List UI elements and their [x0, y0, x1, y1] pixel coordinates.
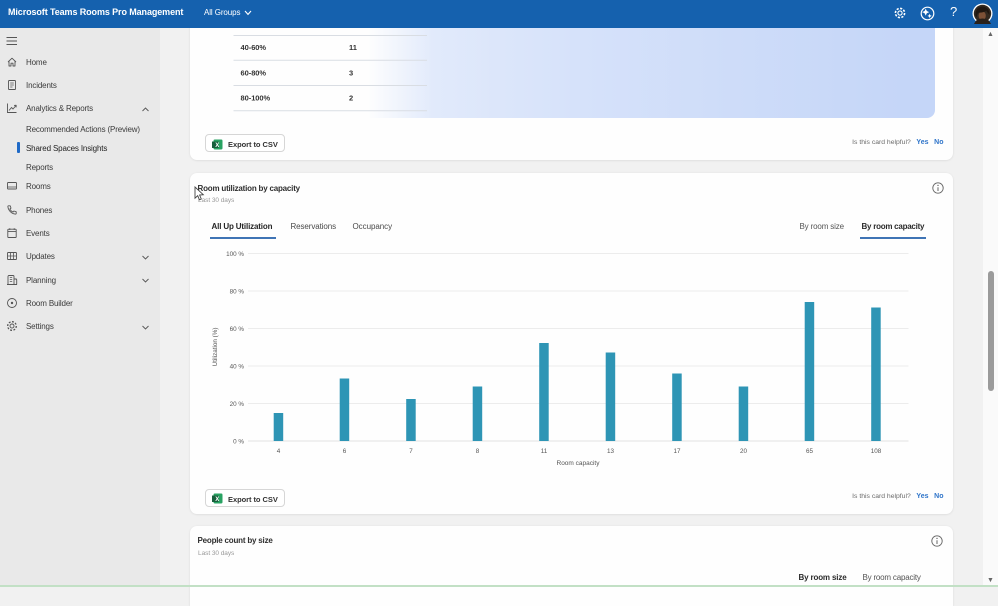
svg-text:11: 11: [349, 43, 357, 52]
svg-text:7: 7: [409, 448, 413, 455]
svg-text:108: 108: [870, 448, 881, 455]
svg-text:20: 20: [739, 448, 747, 455]
svg-text:17: 17: [673, 448, 681, 455]
svg-text:65: 65: [805, 448, 813, 455]
svg-text:3: 3: [349, 68, 353, 77]
svg-text:20 %: 20 %: [229, 400, 244, 407]
svg-text:80 %: 80 %: [229, 288, 244, 295]
svg-text:X: X: [215, 142, 219, 148]
svg-text:11: 11: [540, 448, 547, 455]
svg-text:100 %: 100 %: [226, 250, 244, 257]
svg-text:6: 6: [342, 448, 346, 455]
svg-text:40-60%: 40-60%: [240, 43, 266, 52]
svg-text:4: 4: [276, 448, 280, 455]
svg-text:X: X: [215, 497, 219, 503]
svg-text:60 %: 60 %: [229, 325, 244, 332]
svg-text:Utilization (%): Utilization (%): [212, 327, 219, 366]
svg-text:2: 2: [349, 94, 353, 103]
svg-text:8: 8: [475, 448, 479, 455]
svg-text:Room capacity: Room capacity: [556, 460, 600, 467]
svg-text:40 %: 40 %: [229, 363, 244, 370]
svg-text:60-80%: 60-80%: [240, 68, 266, 77]
svg-text:13: 13: [606, 448, 614, 455]
svg-text:80-100%: 80-100%: [240, 94, 270, 103]
svg-text:0 %: 0 %: [233, 438, 244, 445]
